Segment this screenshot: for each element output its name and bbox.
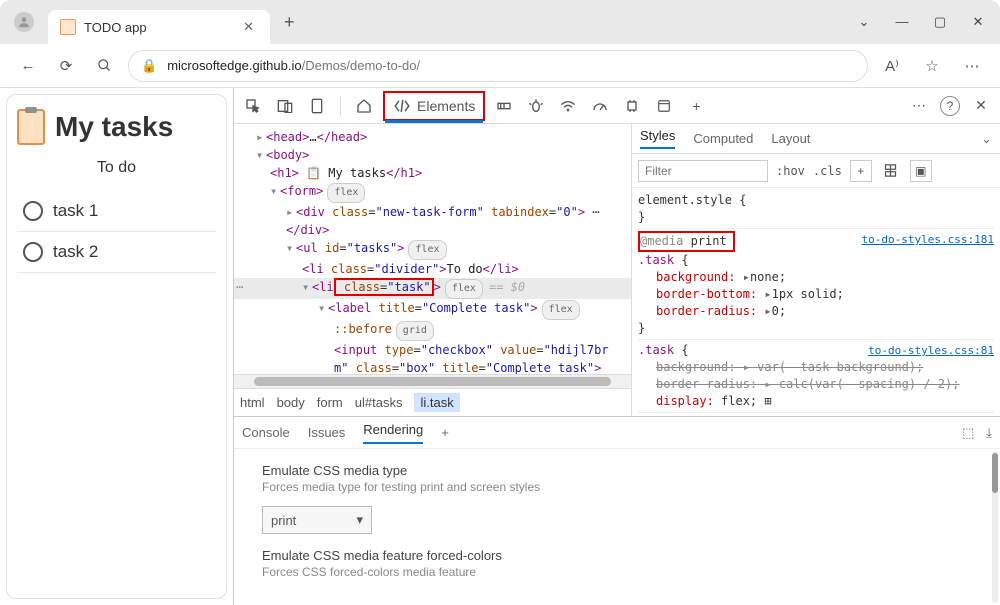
device-icon[interactable] xyxy=(272,93,298,119)
more-tools-icon[interactable]: ⋯ xyxy=(906,93,932,119)
tab-computed[interactable]: Computed xyxy=(693,131,753,146)
add-tab-icon[interactable]: + xyxy=(683,93,709,119)
task-row[interactable]: task 1 xyxy=(17,191,216,232)
wifi-icon[interactable] xyxy=(555,93,581,119)
back-button[interactable]: ← xyxy=(14,52,42,80)
styles-filter-bar: :hov .cls + ▣ xyxy=(632,154,1000,188)
page-subheading: To do xyxy=(17,159,216,177)
horizontal-scrollbar[interactable] xyxy=(234,374,631,388)
page-heading: My tasks xyxy=(17,109,216,145)
task-row[interactable]: task 2 xyxy=(17,232,216,273)
task-checkbox[interactable] xyxy=(23,201,43,221)
expand-drawer-icon[interactable]: ⤓ xyxy=(986,425,992,441)
styles-rules[interactable]: element.style { } to-do-styles.css:181 @… xyxy=(632,188,1000,416)
minimize-icon[interactable]: — xyxy=(894,14,910,30)
favorite-icon[interactable]: ☆ xyxy=(918,52,946,80)
render-option-heading: Emulate CSS media type xyxy=(262,463,972,478)
browser-titlebar: TODO app ✕ + ⌄ — ▢ ✕ xyxy=(0,0,1000,44)
bug-icon[interactable] xyxy=(523,93,549,119)
tablet-icon[interactable] xyxy=(304,93,330,119)
url-path: /Demos/demo-to-do/ xyxy=(302,58,421,73)
tab-layout[interactable]: Layout xyxy=(771,131,810,146)
media-type-select[interactable]: print ▾ xyxy=(262,506,372,534)
new-tab-button[interactable]: + xyxy=(278,12,301,33)
lock-icon: 🔒 xyxy=(141,58,157,74)
task-checkbox[interactable] xyxy=(23,242,43,262)
help-icon[interactable]: ? xyxy=(940,96,960,116)
dom-breadcrumb[interactable]: html body form ul#tasks li.task xyxy=(234,388,631,416)
selected-dom-node[interactable]: ⋯▾<li class="task">flex== $0 xyxy=(234,278,631,299)
memory-icon[interactable] xyxy=(619,93,645,119)
url-domain: microsoftedge.github.io xyxy=(167,58,301,73)
render-option-heading: Emulate CSS media feature forced-colors xyxy=(262,548,972,563)
rendering-panel: Emulate CSS media type Forces media type… xyxy=(234,449,1000,605)
close-icon[interactable]: ✕ xyxy=(239,19,258,35)
dom-tree[interactable]: ▸<head>…</head> ▾<body> <h1> 📋 My tasks<… xyxy=(234,124,631,374)
inspect-icon[interactable] xyxy=(240,93,266,119)
dom-tree-panel: ▸<head>…</head> ▾<body> <h1> 📋 My tasks<… xyxy=(234,124,632,416)
close-window-icon[interactable]: ✕ xyxy=(970,14,986,30)
tab-console[interactable]: Console xyxy=(242,425,290,440)
task-label: task 1 xyxy=(53,201,98,221)
tab-favicon xyxy=(60,19,76,35)
styles-filter-input[interactable] xyxy=(638,160,768,182)
clipboard-icon xyxy=(17,109,45,145)
devtools-toolbar: Elements + ⋯ ? ✕ xyxy=(234,88,1000,124)
styles-tabs: Styles Computed Layout ⌄ xyxy=(632,124,1000,154)
css-source-link[interactable]: to-do-styles.css:181 xyxy=(862,231,994,248)
styles-panel: Styles Computed Layout ⌄ :hov .cls + ▣ e… xyxy=(632,124,1000,416)
window-controls: ⌄ — ▢ ✕ xyxy=(856,14,1000,30)
application-icon[interactable] xyxy=(651,93,677,119)
search-icon[interactable] xyxy=(90,52,118,80)
maximize-icon[interactable]: ▢ xyxy=(932,14,948,30)
performance-icon[interactable] xyxy=(587,93,613,119)
task-label: task 2 xyxy=(53,242,98,262)
chevron-down-icon: ▾ xyxy=(356,512,363,528)
chevron-down-icon[interactable]: ⌄ xyxy=(981,131,992,147)
render-option-sub: Forces media type for testing print and … xyxy=(262,480,972,494)
tab-title: TODO app xyxy=(84,20,231,35)
cls-toggle[interactable]: .cls xyxy=(813,164,842,178)
chevron-down-icon[interactable]: ⌄ xyxy=(856,14,872,30)
devtools-panel: Elements + ⋯ ? ✕ ▸<head>…</head> ▾<body>… xyxy=(234,88,1000,605)
read-aloud-icon[interactable]: A⁾ xyxy=(878,52,906,80)
tab-rendering[interactable]: Rendering xyxy=(363,422,423,444)
elements-tab[interactable]: Elements xyxy=(383,91,485,121)
devtools-drawer: Console Issues Rendering + ⬚ ⤓ Emulate C… xyxy=(234,416,1000,605)
tab-styles[interactable]: Styles xyxy=(640,128,675,149)
browser-tab[interactable]: TODO app ✕ xyxy=(48,10,270,44)
close-devtools-icon[interactable]: ✕ xyxy=(968,93,994,119)
toggle-icon[interactable]: ▣ xyxy=(910,160,932,182)
refresh-button[interactable]: ⟳ xyxy=(52,52,80,80)
render-option-sub: Forces CSS forced-colors media feature xyxy=(262,565,972,579)
tab-issues[interactable]: Issues xyxy=(308,425,346,440)
add-drawer-tab-icon[interactable]: + xyxy=(441,425,449,440)
hov-toggle[interactable]: :hov xyxy=(776,164,805,178)
more-icon[interactable]: ⋯ xyxy=(958,52,986,80)
vertical-scrollbar[interactable] xyxy=(992,451,998,603)
home-icon[interactable] xyxy=(351,93,377,119)
page-content: My tasks To do task 1 task 2 xyxy=(0,88,234,605)
network-icon[interactable] xyxy=(491,93,517,119)
flexbox-icon[interactable] xyxy=(880,160,902,182)
new-style-rule-icon[interactable]: + xyxy=(850,160,872,182)
profile-avatar[interactable] xyxy=(14,12,34,32)
css-source-link[interactable]: to-do-styles.css:81 xyxy=(868,342,994,359)
url-input[interactable]: 🔒 microsoftedge.github.io/Demos/demo-to-… xyxy=(128,50,868,82)
address-bar: ← ⟳ 🔒 microsoftedge.github.io/Demos/demo… xyxy=(0,44,1000,88)
drawer-tabs: Console Issues Rendering + ⬚ ⤓ xyxy=(234,417,1000,449)
dock-icon[interactable]: ⬚ xyxy=(962,425,974,441)
